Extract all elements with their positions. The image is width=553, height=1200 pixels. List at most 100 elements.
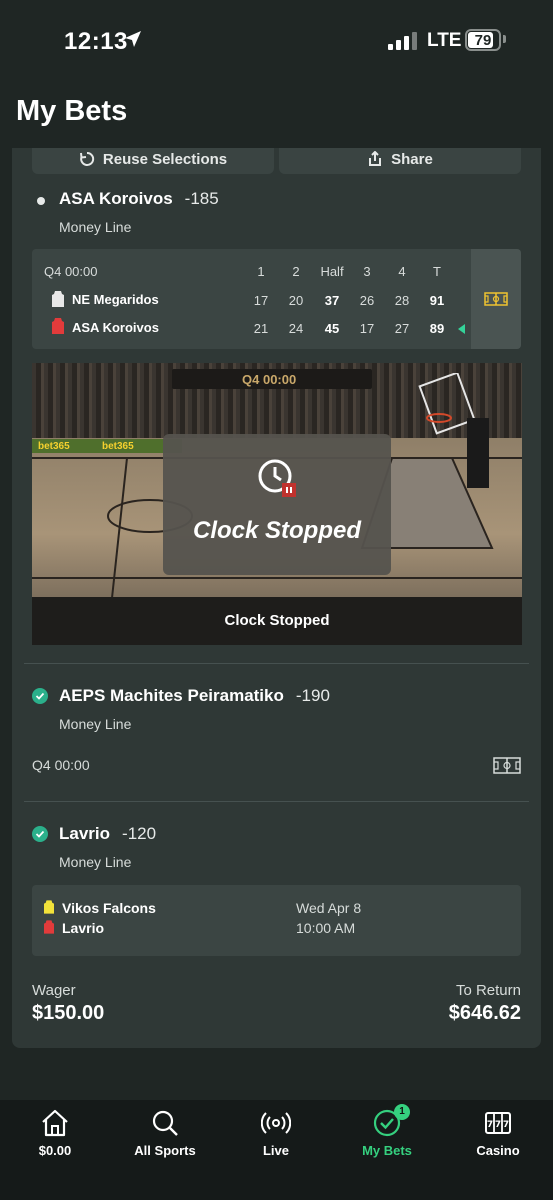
divider [24,663,529,664]
court-view-toggle[interactable] [471,249,521,349]
nav-all-sports[interactable]: All Sports [110,1100,220,1170]
share-label: Share [391,150,433,168]
selection-odds: -190 [295,686,330,705]
live-broadcast-icon [261,1112,291,1134]
column-header: T [433,264,441,279]
nav-label: Casino [476,1143,520,1158]
column-header: 2 [292,264,300,279]
score-cell: 37 [324,293,340,308]
video-clock: Q4 00:00 [242,372,296,387]
score-cell: 89 [429,321,445,336]
selection-market: Money Line [59,854,132,870]
upcoming-game[interactable]: Vikos Falcons Lavrio Wed Apr 8 10:00 AM [32,885,521,956]
clock-stopped-overlay: Clock Stopped [163,434,391,575]
team-name: NE Megaridos [72,292,159,307]
signal-icon [388,32,418,50]
ad-logo: bet365 [38,441,70,452]
video-period: Q4 [242,372,260,387]
score-cell: 45 [324,321,340,336]
jersey-yellow-icon [44,900,54,914]
check-icon [32,688,48,704]
selection-team: ASA Koroivos [59,189,173,208]
score-cell: 28 [394,293,410,308]
basket-hoop [418,373,489,488]
share-button[interactable]: Share [279,148,521,174]
status-bar: 12:13 LTE 79 [0,0,553,82]
selection-market: Money Line [59,716,132,732]
score-cell: 17 [253,293,269,308]
score-cell: 91 [429,293,445,308]
return-label: To Return [455,982,521,999]
scoreboard[interactable]: Q4 00:00 1 2 Half 3 4 T NE Megaridos 17 … [32,249,521,349]
home-team: Vikos Falcons [62,900,156,916]
network-type: LTE [427,30,462,51]
jersey-red-icon [44,920,54,934]
team-name: ASA Koroivos [72,320,159,335]
nav-live[interactable]: Live [221,1100,331,1170]
reuse-selections-button[interactable]: Reuse Selections [32,148,274,174]
scoreboard-clock: Q4 00:00 [44,264,98,279]
battery-icon: 79 [465,29,501,51]
score-cell: 27 [394,321,410,336]
selection-odds: -120 [122,824,157,843]
selection-clock: Q4 00:00 [32,757,90,773]
wager-label: Wager [32,982,76,999]
score-cell: 17 [359,321,375,336]
check-icon [32,826,48,842]
page-title: My Bets [16,95,128,127]
pending-dot-icon [37,197,45,205]
court-icon[interactable] [493,757,521,774]
share-icon [369,151,382,166]
ad-logo: bet365 [102,441,134,452]
selection-team: Lavrio [59,824,111,843]
selection-title[interactable]: Lavrio -120 [59,824,156,844]
svg-text:7: 7 [495,1120,501,1130]
battery-tip [503,35,506,43]
status-time: 12:13 [64,28,128,55]
video-time: 00:00 [262,372,297,387]
return-value: $646.62 [448,1002,521,1024]
selection-odds: -185 [184,189,219,208]
score-cell: 21 [253,321,269,336]
column-header: Half [320,264,344,279]
nav-home[interactable]: $0.00 [0,1100,110,1170]
divider [24,801,529,802]
home-icon [42,1109,68,1137]
nav-label: All Sports [134,1143,196,1158]
nav-label: $0.00 [38,1143,72,1158]
reuse-icon [79,151,95,166]
game-time: 10:00 AM [296,920,356,936]
clock-stopped-icon [258,459,296,497]
jersey-red-icon [52,318,64,334]
column-header: 3 [363,264,371,279]
court-icon [484,292,508,306]
slot-machine-icon: 7 7 7 [485,1112,511,1134]
selection-title[interactable]: ASA Koroivos -185 [59,189,219,209]
bets-count-badge: 1 [394,1104,410,1120]
away-team: Lavrio [62,920,105,936]
score-cell: 24 [288,321,304,336]
score-cell: 26 [359,293,375,308]
bet-card: Reuse Selections Share ASA Koroivos -185 … [12,148,541,1048]
nav-my-bets[interactable]: 1 My Bets [332,1100,442,1170]
selection-market: Money Line [59,219,132,235]
nav-label: Live [262,1143,289,1158]
svg-text:7: 7 [487,1120,493,1130]
search-icon [152,1110,178,1136]
game-date: Wed Apr 8 [296,900,362,916]
column-header: 4 [398,264,406,279]
bottom-nav: $0.00 All Sports Live 1 My Bets 7 7 7 Ca… [0,1100,553,1200]
selection-title[interactable]: AEPS Machites Peiramatiko -190 [59,686,330,706]
nav-label: My Bets [362,1143,412,1158]
battery-level: 79 [474,32,492,49]
reuse-label: Reuse Selections [102,150,228,168]
score-cell: 20 [288,293,304,308]
selection-team: AEPS Machites Peiramatiko [59,686,284,705]
live-visualisation[interactable]: bet365 bet365 Q4 00:00 Clock Stopped Clo… [32,363,522,645]
overlay-text: Clock Stopped [192,517,361,544]
nav-casino[interactable]: 7 7 7 Casino [443,1100,553,1170]
jersey-white-icon [52,291,64,307]
column-header: 1 [257,264,265,279]
location-arrow-icon [125,31,141,47]
possession-arrow-icon [458,324,465,334]
